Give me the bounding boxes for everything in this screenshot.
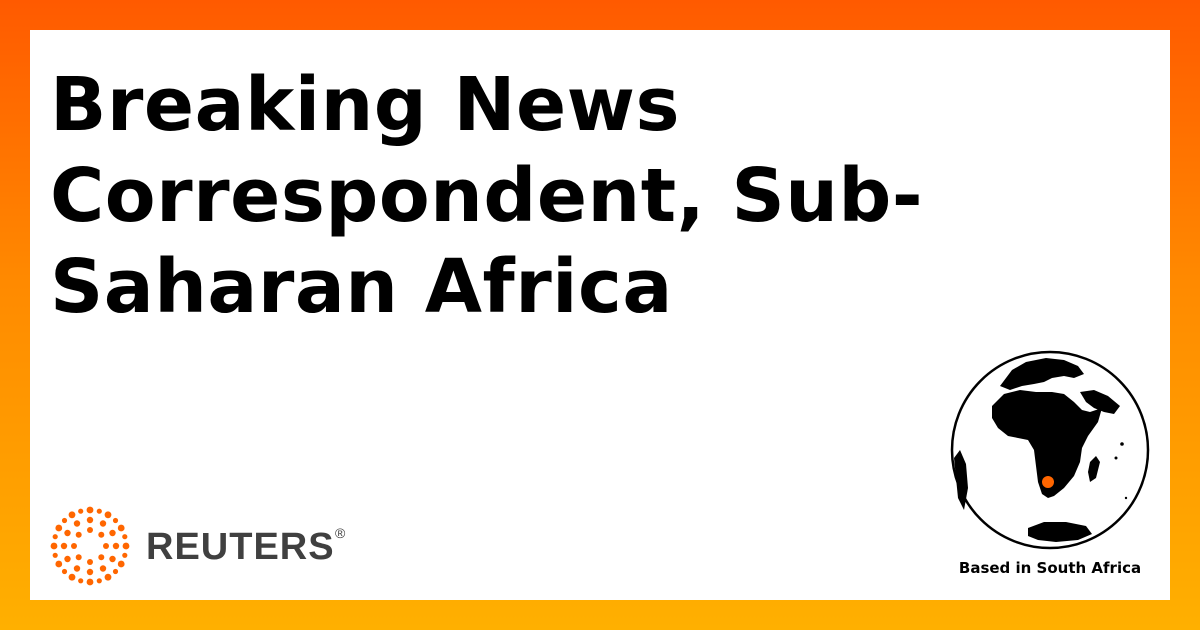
location-label: Based in South Africa	[958, 559, 1142, 577]
globe-africa-icon	[950, 350, 1150, 550]
location-marker-icon	[1042, 476, 1054, 488]
registered-mark: ®	[335, 525, 346, 541]
job-card: Breaking News Correspondent, Sub-Saharan…	[30, 30, 1170, 600]
reuters-dot-logo-icon	[50, 506, 130, 586]
reuters-wordmark: REUTERS	[146, 526, 335, 568]
reuters-logo: REUTERS ®	[50, 506, 390, 586]
job-title: Breaking News Correspondent, Sub-Saharan…	[50, 62, 924, 330]
